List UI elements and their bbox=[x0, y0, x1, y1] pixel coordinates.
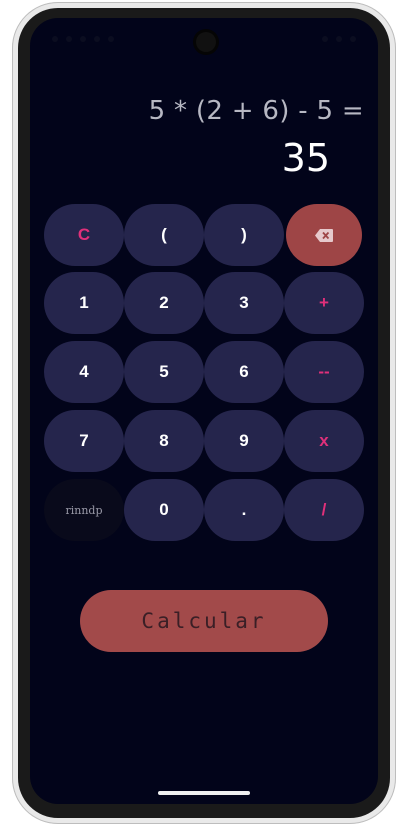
digit-2-button[interactable]: 2 bbox=[124, 272, 204, 334]
digit-9-button[interactable]: 9 bbox=[204, 410, 284, 472]
digit-3-button[interactable]: 3 bbox=[204, 272, 284, 334]
digit-5-button[interactable]: 5 bbox=[124, 341, 204, 403]
digit-6-button[interactable]: 6 bbox=[204, 341, 284, 403]
rinndp-button[interactable]: rinndp bbox=[44, 479, 124, 541]
multiply-button[interactable]: x bbox=[284, 410, 364, 472]
expression-display: 5 * (2 + 6) - 5 = bbox=[148, 96, 364, 126]
status-bar-right bbox=[322, 36, 356, 42]
digit-4-button[interactable]: 4 bbox=[44, 341, 124, 403]
home-indicator[interactable] bbox=[158, 791, 250, 795]
minus-button[interactable]: -- bbox=[284, 341, 364, 403]
decimal-button[interactable]: . bbox=[204, 479, 284, 541]
digit-0-button[interactable]: 0 bbox=[124, 479, 204, 541]
result-display: 35 bbox=[281, 136, 330, 180]
camera-icon bbox=[196, 32, 216, 52]
clear-button[interactable]: C bbox=[44, 204, 124, 266]
digit-7-button[interactable]: 7 bbox=[44, 410, 124, 472]
calculate-button[interactable]: Calcular bbox=[80, 590, 328, 652]
app-screen: 5 * (2 + 6) - 5 = 35 C ( ) 1 2 3 + 4 5 6… bbox=[30, 18, 378, 804]
digit-8-button[interactable]: 8 bbox=[124, 410, 204, 472]
backspace-icon bbox=[315, 228, 333, 242]
plus-button[interactable]: + bbox=[284, 272, 364, 334]
open-paren-button[interactable]: ( bbox=[124, 204, 204, 266]
close-paren-button[interactable]: ) bbox=[204, 204, 284, 266]
backspace-button[interactable] bbox=[286, 204, 362, 266]
digit-1-button[interactable]: 1 bbox=[44, 272, 124, 334]
divide-button[interactable]: / bbox=[284, 479, 364, 541]
status-bar-left bbox=[52, 36, 114, 42]
